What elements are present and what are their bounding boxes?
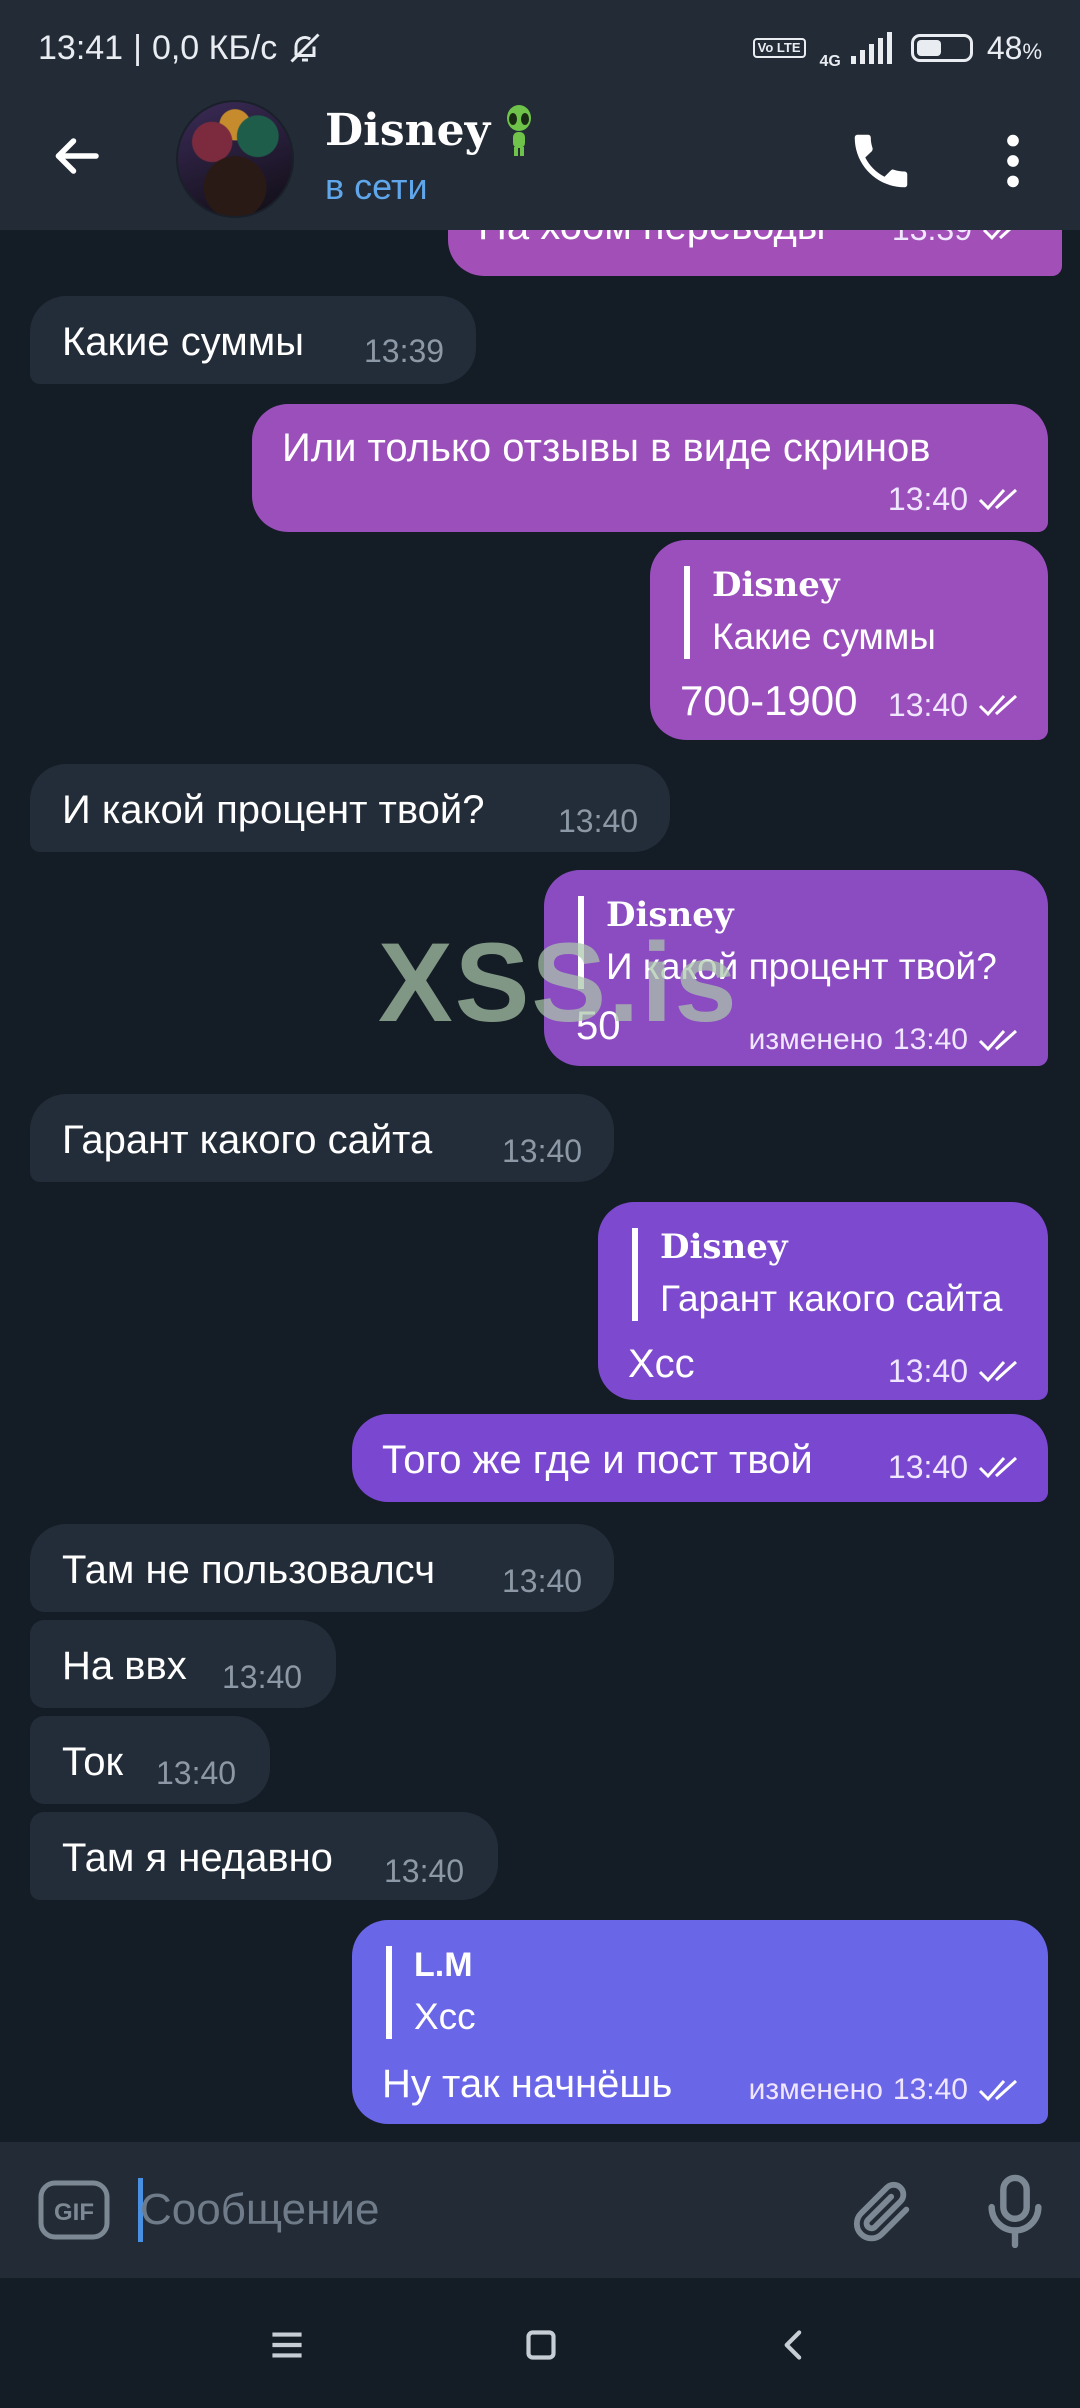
system-nav-bar [0,2278,1080,2408]
reply-author: L.M [414,1946,473,1984]
message-out-reply[interactable]: Disney И какой процент твой? 50 изменено… [544,870,1048,1066]
more-vert-icon[interactable] [978,126,1048,196]
reply-quote[interactable]: Disney И какой процент твой? [578,895,997,990]
status-bar: 13:41 | 0,0 КБ/с Vo LTE 4G 48% [0,0,1080,96]
double-check-icon [978,1361,1018,1383]
message-time: изменено 13:40 [749,1022,1024,1058]
message-text: И какой процент твой? [62,788,485,832]
reply-quote[interactable]: Disney Какие суммы [684,565,936,660]
message-text: На хоом переводы [478,230,826,250]
message-in[interactable]: Ток 13:40 [30,1716,270,1804]
message-text: Или только отзывы в виде скринов [282,426,931,470]
message-time: изменено 13:40 [749,2072,1024,2108]
message-text: 700-1900 [680,677,858,724]
message-in[interactable]: Гарант какого сайта 13:40 [30,1094,614,1182]
double-check-icon [982,230,1012,241]
message-time: 13:40 [502,1563,583,1599]
message-text: На ввх [62,1644,187,1688]
battery-icon [910,34,973,62]
reply-text: И какой процент твой? [606,946,997,988]
message-time: 13:39 [364,333,445,369]
double-check-icon [978,1457,1018,1479]
svg-text:GIF: GIF [54,2199,94,2226]
phone-icon[interactable] [846,126,916,196]
double-check-icon [978,489,1018,511]
message-time: 13:40 [558,803,639,839]
edited-label: изменено [748,2073,883,2106]
net-speed: 0,0 КБ/с [151,28,278,67]
network-type: 4G [819,53,841,70]
message-out[interactable]: Или только отзывы в виде скринов 13:40 [252,404,1048,532]
chat-screen: 13:41 | 0,0 КБ/с Vo LTE 4G 48% Disney в … [0,0,1080,2408]
message-time: 13:40 [222,1659,303,1695]
battery-level [916,40,941,56]
message-time: 13:40 [888,1352,1024,1390]
reply-author: Disney [606,895,734,935]
menu-icon[interactable] [262,2320,312,2370]
mic-icon[interactable] [980,2172,1050,2248]
avatar[interactable] [176,100,294,218]
chat-title-block[interactable]: Disney в сети [325,104,534,208]
reply-author: Disney [660,1227,788,1267]
message-out[interactable]: На хоом переводы 13:39 [448,230,1062,276]
back-arrow-icon[interactable] [46,126,106,186]
message-time: 13:40 [888,480,1024,518]
message-time: 13:39 [892,230,1028,248]
reply-text: Хсс [414,1996,476,2038]
message-in[interactable]: На ввх 13:40 [30,1620,336,1708]
message-text: 50 [576,1004,621,1048]
chat-header: Disney в сети [0,96,1080,230]
status-separator: | [133,28,142,67]
bell-off-icon [290,33,320,63]
message-time: 13:40 [156,1755,237,1791]
message-in[interactable]: Какие суммы 13:39 [30,296,476,384]
message-list[interactable]: На хоом переводы 13:39 Какие суммы 13:39… [0,230,1080,2142]
composer-bar: GIF [0,2142,1080,2278]
message-input[interactable] [140,2172,800,2248]
reply-text: Какие суммы [712,616,936,658]
online-status: в сети [325,166,428,207]
reply-quote[interactable]: Disney Гарант какого сайта [632,1227,1003,1322]
message-text: Ток [62,1740,124,1784]
message-time: 13:40 [502,1133,583,1169]
message-time: 13:40 [888,686,1024,724]
message-text: Хсс [628,1342,695,1386]
reply-author: Disney [712,565,840,605]
message-in[interactable]: Там не пользовалсч 13:40 [30,1524,614,1612]
home-icon[interactable] [516,2320,566,2370]
message-time: 13:40 [384,1853,465,1889]
volte-badge: Vo LTE [752,38,806,58]
double-check-icon [978,1029,1018,1052]
signal-icon [850,32,892,64]
message-in[interactable]: И какой процент твой? 13:40 [30,764,670,852]
back-icon[interactable] [770,2320,820,2370]
message-text: Того же где и пост твой [382,1438,813,1482]
double-check-icon [978,2079,1018,2102]
message-text: Гарант какого сайта [62,1118,433,1162]
message-out-reply[interactable]: Disney Какие суммы 700-1900 13:40 [650,540,1048,740]
edited-label: изменено [748,1023,883,1056]
reply-quote[interactable]: L.M Хсс [386,1946,476,2040]
message-out[interactable]: Того же где и пост твой 13:40 [352,1414,1048,1502]
message-text: Какие суммы [62,320,305,364]
message-text: Там не пользовалсч [62,1548,436,1592]
status-time: 13:41 [38,28,124,67]
chat-name-text: Disney [325,104,491,156]
alien-emoji-icon [507,105,532,156]
message-out-reply[interactable]: L.M Хсс Ну так начнёшь изменено 13:40 [352,1920,1048,2124]
attach-icon[interactable] [848,2176,918,2246]
reply-text: Гарант какого сайта [660,1278,1003,1320]
message-text: Ну так начнёшь [382,2062,673,2106]
double-check-icon [978,695,1018,717]
message-in[interactable]: Там я недавно 13:40 [30,1812,498,1900]
message-text: Там я недавно [62,1836,333,1880]
message-time: 13:40 [888,1448,1024,1486]
battery-percent: 48% [986,29,1042,66]
message-out-reply[interactable]: Disney Гарант какого сайта Хсс 13:40 [598,1202,1048,1400]
chat-name: Disney [325,104,534,156]
gif-icon[interactable]: GIF [38,2180,110,2240]
